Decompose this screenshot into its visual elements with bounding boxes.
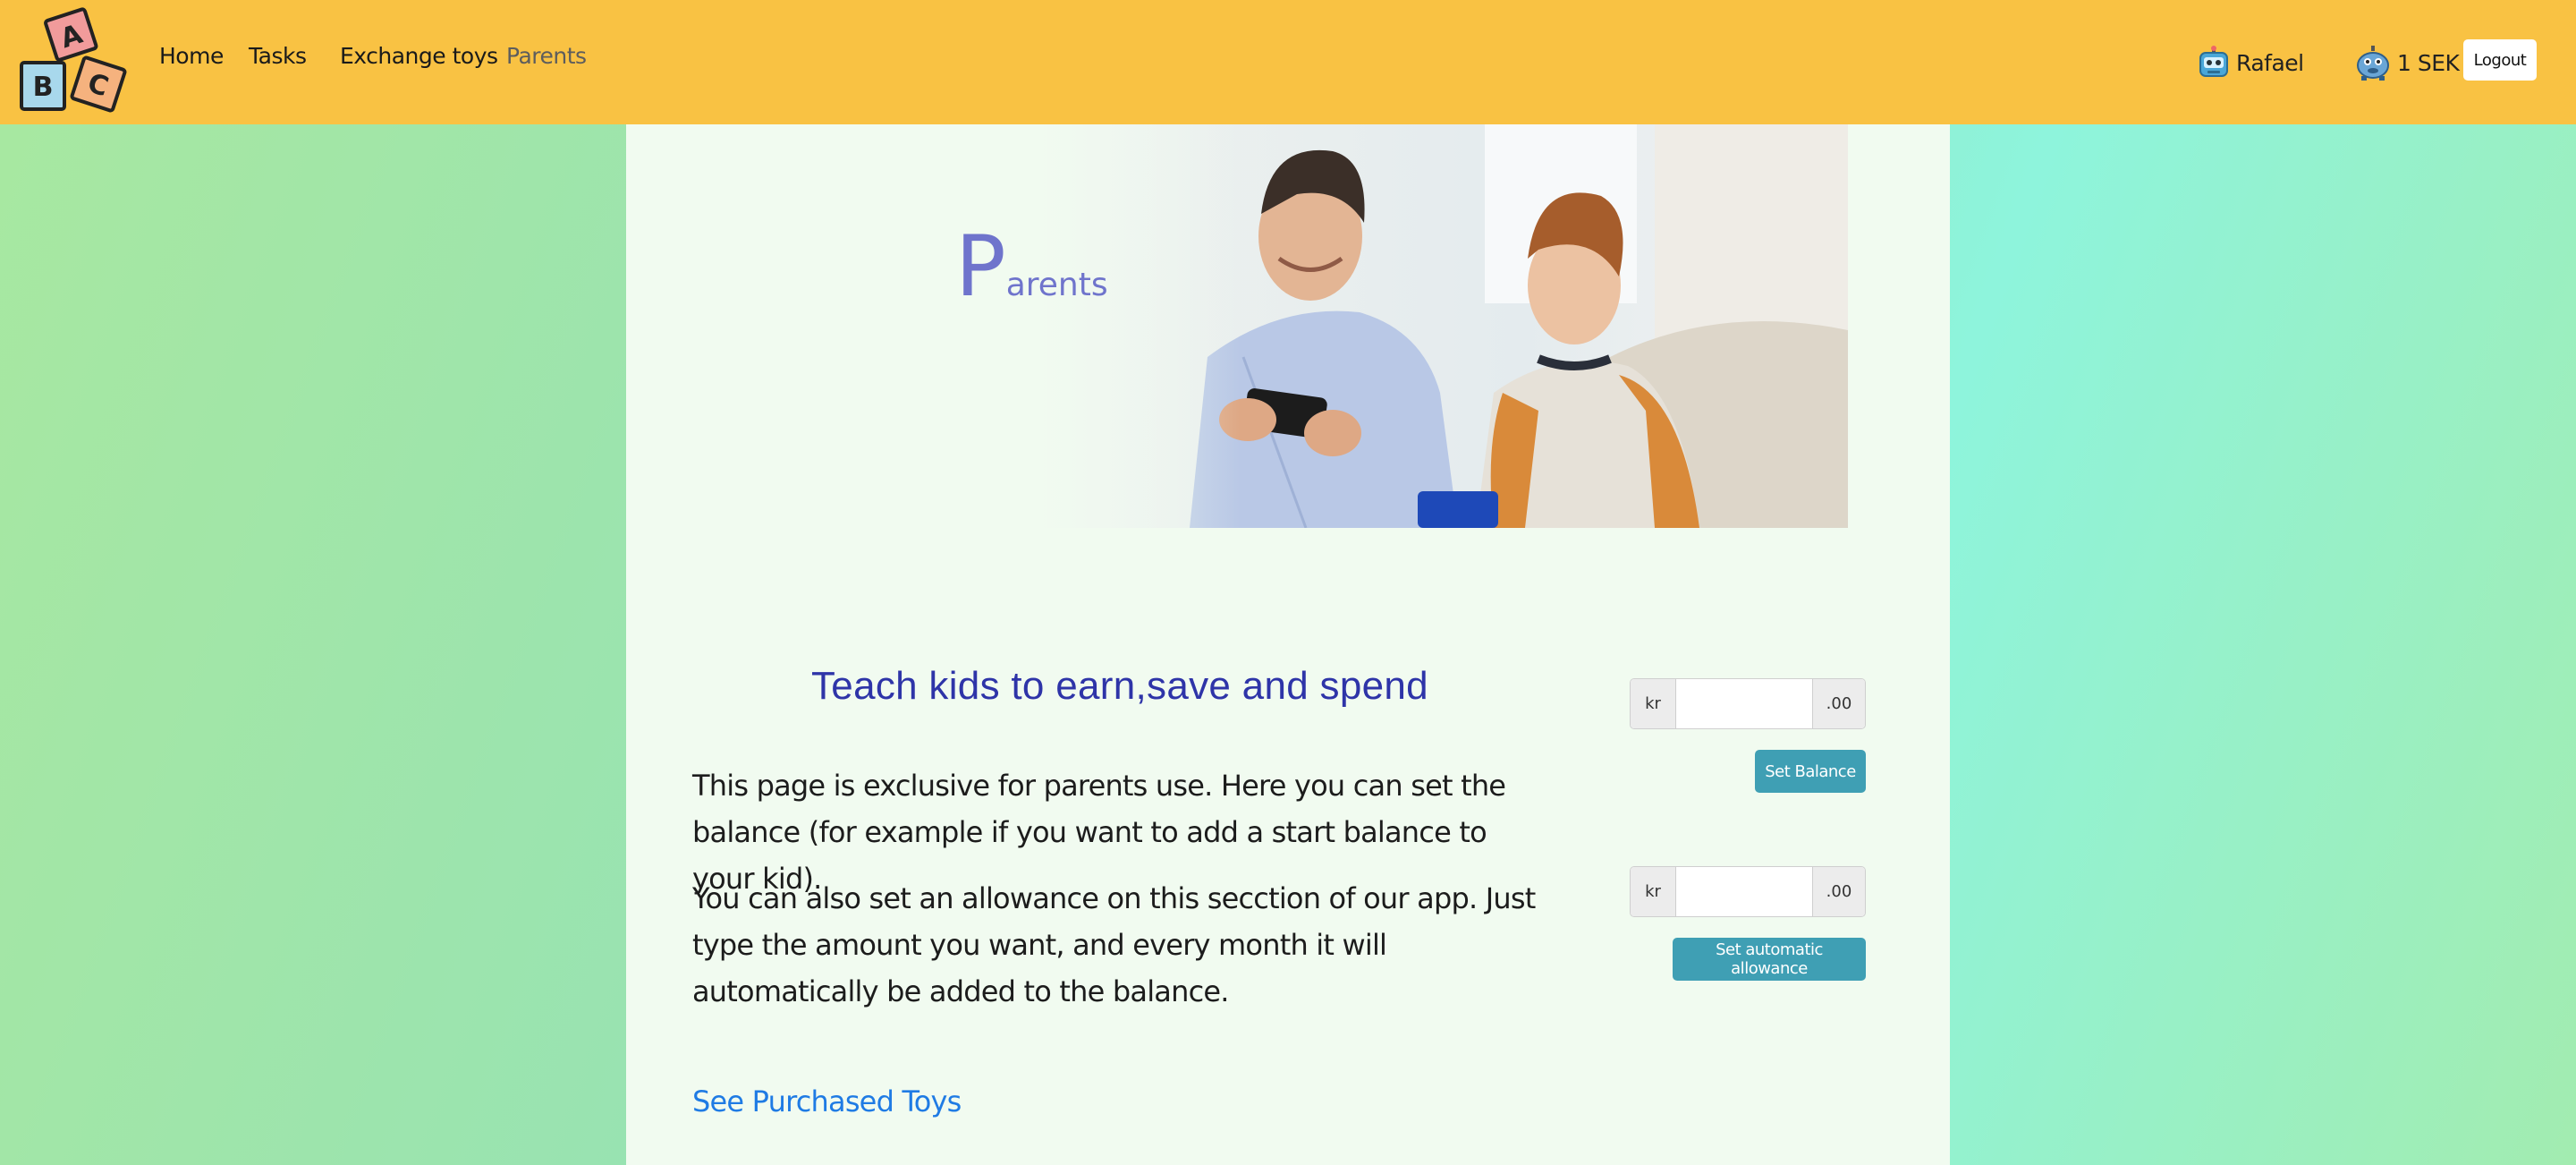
navbar: A B C Home Tasks Exchange toys Parents R… [0,0,2576,124]
page-title-rest: arents [1005,267,1108,303]
piggy-robot-icon [2357,46,2389,81]
set-balance-button[interactable]: Set Balance [1755,750,1866,793]
allowance-input-group: kr .00 [1630,866,1866,917]
balance-decimal-suffix: .00 [1812,679,1865,728]
nav-parents[interactable]: Parents [506,43,587,69]
balance-input-group: kr .00 [1630,678,1866,729]
allowance-paragraph: You can also set an allowance on this se… [692,881,1536,1008]
logout-button[interactable]: Logout [2463,39,2537,81]
svg-text:B: B [33,72,54,103]
page-title-initial: P [955,218,1006,316]
allowance-currency-prefix: kr [1631,867,1676,916]
page-title: Parents [955,225,1108,310]
robot-avatar-icon [2199,46,2228,77]
tagline-heading: Teach kids to earn,save and spend [811,664,1428,708]
nav-home[interactable]: Home [159,43,224,69]
balance-input[interactable] [1676,679,1812,728]
family-hero-image [1038,124,1848,528]
nav-exchange-toys[interactable]: Exchange toys [340,43,498,69]
allowance-input[interactable] [1676,867,1812,916]
balance-amount: 1 SEK [2397,49,2460,76]
set-allowance-button[interactable]: Set automatic allowance [1673,938,1866,981]
nav-tasks[interactable]: Tasks [249,43,307,69]
balance-display: 1 SEK [2354,45,2460,81]
abc-blocks-logo[interactable]: A B C [18,5,129,118]
balance-currency-prefix: kr [1631,679,1676,728]
user-name: Rafael [2236,49,2304,76]
allowance-decimal-suffix: .00 [1812,867,1865,916]
user-profile[interactable]: Rafael [2197,45,2304,81]
see-purchased-toys-link[interactable]: See Purchased Toys [692,1084,962,1118]
